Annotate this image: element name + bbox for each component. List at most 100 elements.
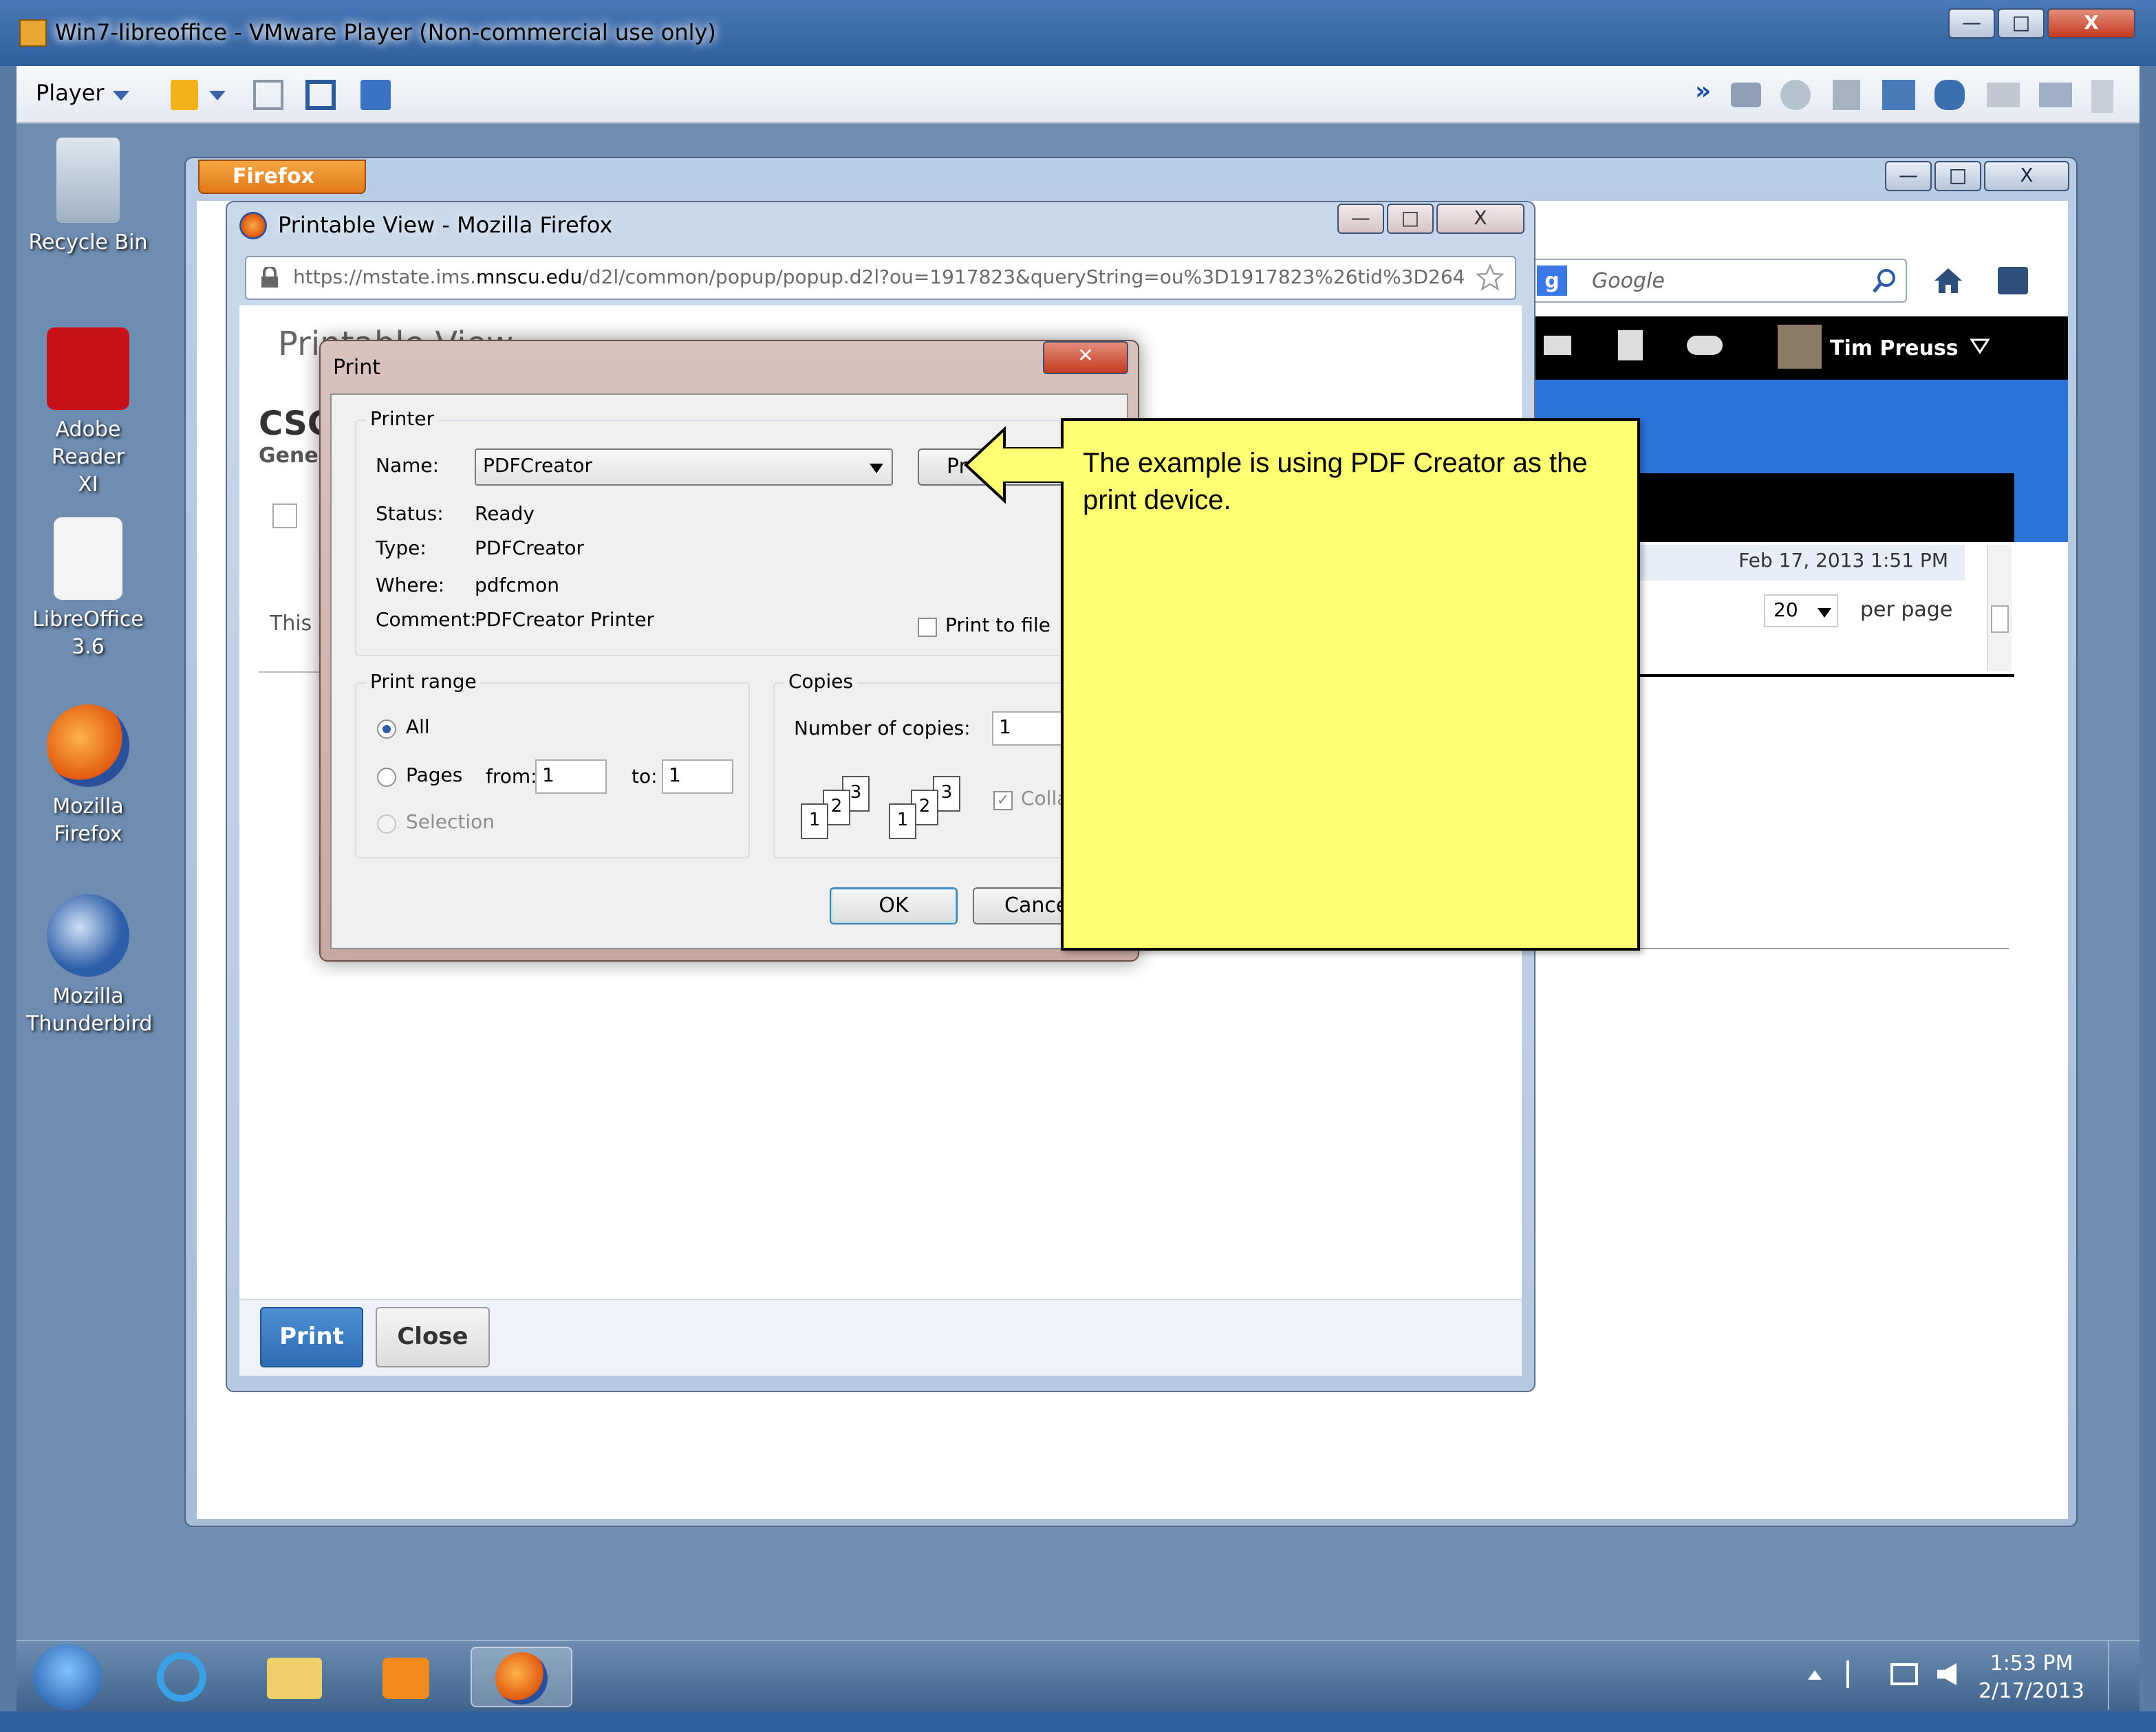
from-page-input[interactable]: 1 (535, 759, 607, 794)
divider (1637, 948, 2009, 949)
per-page-select[interactable]: 20 (1764, 594, 1838, 627)
desktop-icon-libreoffice[interactable]: LibreOffice 3.6 (19, 517, 157, 660)
range-all-label[interactable]: All (406, 717, 430, 739)
firefox-icon (47, 704, 129, 787)
collate-checkbox[interactable]: ✓ (993, 791, 1013, 810)
print-to-file-label[interactable]: Print to file (945, 615, 1050, 637)
desktop-icon-recycle-bin[interactable]: Recycle Bin (19, 138, 157, 256)
show-hidden-icons-icon[interactable] (1808, 1669, 1822, 1680)
display-icon[interactable] (2039, 83, 2072, 107)
fullscreen-icon[interactable] (305, 80, 336, 110)
callout-text: The example is using PDF Creator as the … (1083, 448, 1588, 516)
bookmark-star-icon[interactable] (1476, 264, 1504, 292)
show-desktop-button[interactable] (2108, 1641, 2124, 1710)
url-prefix: https://mstate.ims. (293, 267, 477, 289)
network-adapter-icon[interactable] (1882, 80, 1915, 110)
player-menu[interactable]: Player (36, 80, 105, 106)
print-range-label: Print range (366, 671, 481, 693)
print-dialog-title: Print (333, 355, 381, 380)
taskbar-media-player[interactable] (360, 1647, 451, 1707)
url-bar[interactable]: https://mstate.ims.mnscu.edu/d2l/common/… (245, 256, 1516, 300)
to-label: to: (632, 766, 658, 788)
type-value: PDFCreator (475, 538, 585, 560)
firefox-menu-button[interactable]: Firefox (198, 160, 366, 194)
from-label: from: (486, 766, 537, 788)
chevron-down-icon[interactable] (113, 88, 129, 102)
status-label: Status: (376, 504, 444, 526)
scrollbar[interactable] (1987, 545, 2012, 671)
desktop-icon-thunderbird[interactable]: Mozilla Thunderbird (19, 894, 157, 1037)
user-name[interactable]: Tim Preuss (1830, 336, 1959, 360)
desktop-icon-label: Recycle Bin (28, 230, 148, 255)
network-icon[interactable] (1890, 1663, 1918, 1685)
pause-icon[interactable] (171, 80, 198, 110)
range-selection-label[interactable]: Selection (406, 812, 495, 834)
email-icon[interactable] (1544, 336, 1571, 355)
search-icon[interactable] (1873, 268, 1897, 293)
hard-disk-icon[interactable] (1731, 83, 1761, 107)
range-pages-label[interactable]: Pages (406, 765, 462, 787)
printer-name-value: PDFCreator (483, 455, 593, 477)
usb-icon[interactable] (1934, 80, 1965, 110)
print-button[interactable]: Print (260, 1307, 363, 1367)
taskbar: 1:53 PM 2/17/2013 (17, 1640, 2139, 1711)
notes-icon[interactable] (1618, 330, 1643, 360)
vm-maximize-button[interactable]: □ (1998, 8, 2045, 39)
print-dialog-close-button[interactable]: ✕ (1043, 341, 1128, 374)
lock-icon (261, 267, 278, 288)
message-log-icon[interactable] (2091, 80, 2113, 113)
scrollbar-thumb[interactable] (1991, 605, 2009, 633)
desktop-icon-adobe-reader[interactable]: Adobe Reader XI (19, 327, 157, 498)
bookmarks-icon[interactable] (1998, 267, 2028, 294)
send-ctrl-alt-del-icon[interactable] (253, 80, 283, 110)
adobe-reader-icon (47, 327, 129, 410)
home-icon[interactable] (1932, 264, 1965, 297)
avatar[interactable] (1778, 325, 1822, 369)
chevron-down-icon[interactable] (209, 88, 226, 102)
sound-card-icon[interactable] (1987, 83, 2020, 107)
range-selection-radio[interactable] (377, 814, 396, 834)
firefox-close-button[interactable]: X (1984, 161, 2069, 191)
flag-icon[interactable] (272, 504, 297, 528)
date-text: Feb 17, 2013 1:51 PM (1738, 550, 1948, 572)
d2l-top-bar: Tim Preuss (1530, 316, 2068, 380)
cd-dvd-icon[interactable] (1780, 80, 1811, 110)
taskbar-explorer[interactable] (248, 1647, 338, 1707)
popup-minimize-button[interactable]: — (1337, 204, 1384, 234)
chat-icon[interactable] (1687, 336, 1723, 355)
per-page-value: 20 (1774, 600, 1798, 622)
print-to-file-checkbox[interactable] (918, 618, 937, 637)
range-pages-radio[interactable] (377, 768, 396, 787)
popup-close-button[interactable]: X (1436, 204, 1524, 234)
taskbar-firefox[interactable] (471, 1647, 572, 1707)
to-page-input[interactable]: 1 (662, 759, 733, 794)
url-path: /d2l/common/popup/popup.d2l?ou=1917823&q… (582, 267, 1465, 289)
printer-name-select[interactable]: PDFCreator (475, 448, 893, 486)
type-label: Type: (376, 538, 427, 560)
chevron-down-icon[interactable] (1970, 338, 1990, 355)
volume-icon[interactable] (1937, 1663, 1956, 1685)
url-domain: mnscu.edu (476, 267, 583, 289)
range-all-radio[interactable] (377, 719, 396, 739)
vmware-toolbar: Player » (17, 66, 2139, 124)
printer-group-label: Printer (366, 409, 439, 431)
firefox-maximize-button[interactable]: □ (1934, 161, 1981, 191)
start-button[interactable] (33, 1644, 102, 1710)
taskbar-internet-explorer[interactable] (135, 1647, 226, 1707)
desktop-icon-firefox[interactable]: Mozilla Firefox (19, 704, 157, 847)
chevron-down-icon (1818, 608, 1831, 618)
popup-maximize-button[interactable]: □ (1387, 204, 1434, 234)
ok-button[interactable]: OK (830, 887, 958, 924)
unity-icon[interactable] (360, 80, 391, 110)
action-center-flag-icon[interactable] (1846, 1660, 1868, 1688)
vm-close-button[interactable]: X (2047, 8, 2135, 39)
firefox-minimize-button[interactable]: — (1885, 161, 1932, 191)
course-subheading: Gene (259, 443, 319, 468)
close-button[interactable]: Close (376, 1307, 490, 1367)
clock[interactable]: 1:53 PM 2/17/2013 (1979, 1649, 2084, 1704)
more-devices-icon[interactable]: » (1695, 77, 1711, 106)
floppy-icon[interactable] (1833, 80, 1860, 110)
copies-input[interactable]: 1 (992, 711, 1069, 746)
search-input[interactable]: g Google (1530, 259, 1907, 303)
vm-minimize-button[interactable]: — (1948, 8, 1995, 39)
